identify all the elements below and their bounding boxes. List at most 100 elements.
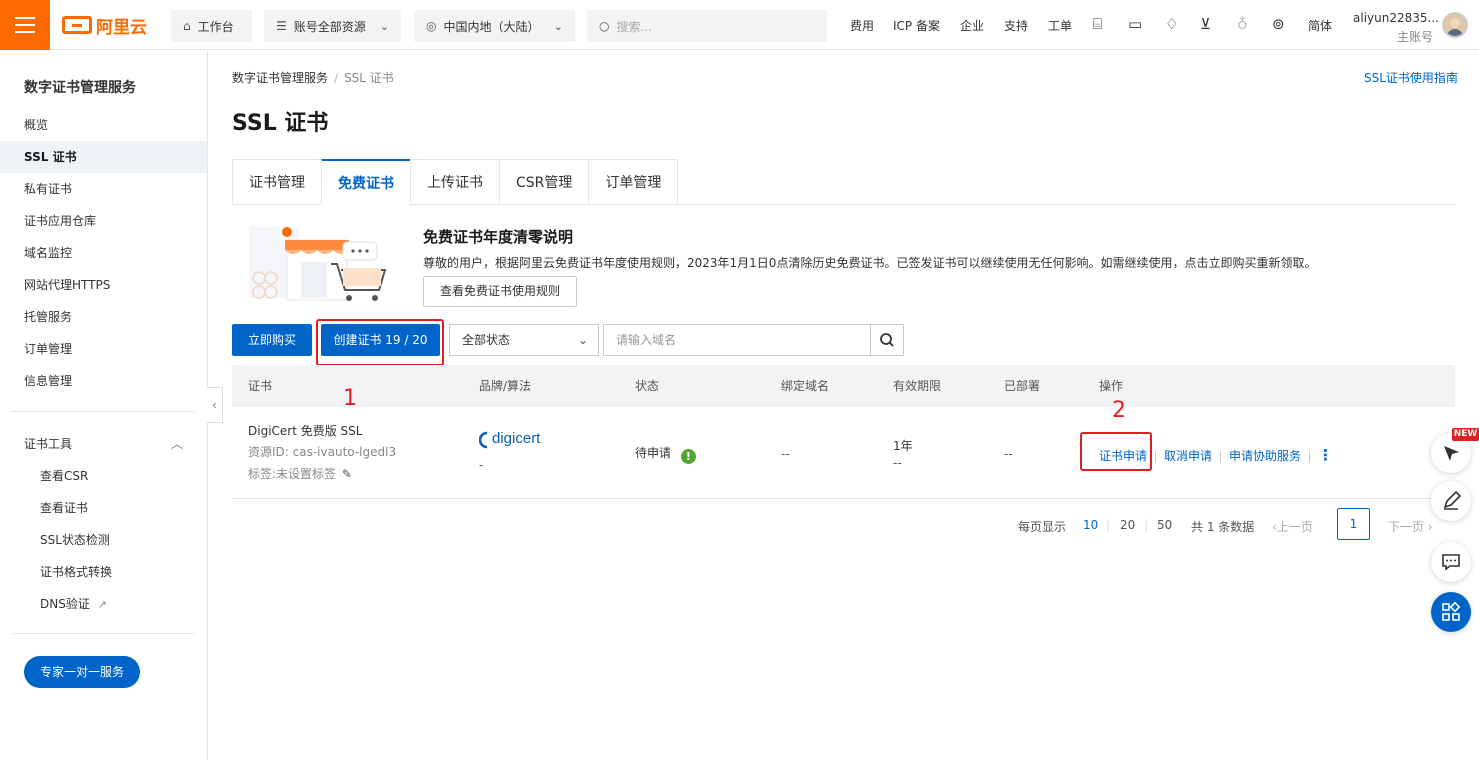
new-badge: NEW (1452, 428, 1479, 441)
page-size-50[interactable]: 50 (1157, 518, 1172, 532)
validity-sub: -- (893, 456, 902, 470)
algorithm: - (479, 458, 484, 472)
home-icon: ⌂ (183, 19, 191, 33)
location-icon: ◎ (426, 19, 437, 33)
sidebar-item-hosting[interactable]: 托管服务 (0, 301, 207, 333)
avatar[interactable] (1442, 12, 1468, 38)
sidebar-collapse-handle[interactable]: ‹ (207, 387, 223, 423)
region-label: 中国内地（大陆） (443, 19, 540, 34)
next-page-button[interactable]: 下一页 › (1388, 518, 1433, 535)
bound-domain: -- (781, 447, 790, 461)
domain-search-button[interactable] (870, 324, 904, 356)
prev-page-button[interactable]: ‹上一页 (1272, 518, 1313, 535)
status-text: 待申请 (635, 446, 672, 460)
resource-id: 资源ID: cas-ivauto-lgedl3 (248, 445, 397, 459)
nav-link-support[interactable]: 支持 (1004, 17, 1028, 34)
sidebar-tool-format-convert[interactable]: 证书格式转换 (0, 556, 207, 588)
account-resources-label: 账号全部资源 (293, 19, 366, 34)
nav-link-ticket[interactable]: 工单 (1048, 17, 1072, 34)
col-validity: 有效期限 (893, 379, 942, 393)
sidebar-tools-header[interactable]: 证书工具 ︿ (0, 428, 207, 460)
sidebar-item-overview[interactable]: 概览 (0, 109, 207, 141)
buy-now-button[interactable]: 立即购买 (232, 324, 312, 356)
digicert-logo: digicert (478, 429, 559, 454)
bell-icon[interactable]: ♢ (1165, 15, 1178, 33)
nav-link-billing[interactable]: 费用 (850, 17, 874, 34)
nav-link-enterprise[interactable]: 企业 (960, 17, 984, 34)
brand-name: 阿里云 (96, 17, 147, 38)
account-resources-dropdown[interactable]: ☰ 账号全部资源 ⌄ (264, 10, 401, 42)
float-apps-button[interactable] (1431, 592, 1471, 632)
sidebar-item-info[interactable]: 信息管理 (0, 365, 207, 397)
tab-upload-cert[interactable]: 上传证书 (410, 159, 499, 205)
validity: 1年 (893, 439, 913, 453)
apps-grid-icon (1442, 601, 1461, 621)
breadcrumb: 数字证书管理服务 / SSL 证书 (232, 71, 394, 85)
search-icon (880, 333, 894, 347)
breadcrumb-parent[interactable]: 数字证书管理服务 (232, 71, 328, 85)
highlight-box-create (316, 319, 444, 366)
page-number-current[interactable]: 1 (1337, 508, 1370, 540)
tab-bar: 证书管理 免费证书 上传证书 CSR管理 订单管理 (232, 159, 679, 205)
chevron-left-icon: ‹ (212, 398, 217, 412)
menu-icon[interactable] (0, 0, 50, 50)
col-status: 状态 (635, 379, 660, 393)
domain-search-input[interactable] (603, 324, 871, 356)
pager-sep: | (1106, 518, 1111, 532)
tab-cert-management[interactable]: 证书管理 (232, 159, 321, 205)
sidebar-tool-dns-verify[interactable]: DNS验证 ↗ (0, 588, 207, 620)
tab-csr[interactable]: CSR管理 (499, 159, 589, 205)
sidebar-item-domain-monitor[interactable]: 域名监控 (0, 237, 207, 269)
search-icon: ○ (599, 19, 610, 33)
cancel-apply-link[interactable]: 取消申请 (1164, 449, 1212, 463)
cloud-shell-icon[interactable]: ⌸ (1093, 15, 1102, 33)
workbench-button[interactable]: ⌂ 工作台 (171, 10, 252, 42)
page-title: SSL 证书 (232, 111, 329, 136)
sidebar: 数字证书管理服务 概览 SSL 证书 私有证书 证书应用仓库 域名监控 网站代理… (0, 51, 208, 760)
assist-service-link[interactable]: 申请协助服务 (1229, 449, 1301, 463)
float-feedback-button[interactable] (1431, 481, 1471, 521)
aliyun-logo-icon (62, 16, 92, 34)
top-search-placeholder: 搜索... (616, 19, 652, 34)
col-deployed: 已部署 (1004, 379, 1041, 393)
user-menu[interactable]: aliyun22835... 主账号 (1353, 11, 1439, 45)
float-chat-button[interactable] (1431, 542, 1471, 582)
help-icon[interactable]: ⊚ (1272, 15, 1285, 33)
terminal-icon[interactable]: ▭ (1128, 15, 1142, 33)
sidebar-item-ssl[interactable]: SSL 证书 (0, 141, 207, 173)
status-select[interactable]: 全部状态 ⌄ (449, 324, 599, 356)
ssl-guide-link[interactable]: SSL证书使用指南 (1364, 69, 1458, 86)
page-size-20[interactable]: 20 (1120, 518, 1135, 532)
sidebar-item-private-cert[interactable]: 私有证书 (0, 173, 207, 205)
sidebar-tool-view-csr[interactable]: 查看CSR (0, 460, 207, 492)
lightbulb-icon[interactable]: ♁ (1237, 15, 1248, 33)
nav-link-icp[interactable]: ICP 备案 (893, 17, 940, 34)
sidebar-tool-view-cert[interactable]: 查看证书 (0, 492, 207, 524)
chevron-down-icon: ⌄ (379, 19, 389, 33)
aliyun-logo[interactable]: 阿里云 (62, 14, 147, 38)
next-page-label: 下一页 (1388, 520, 1425, 534)
cert-tags[interactable]: 标签:未设置标签 ✎ (248, 465, 352, 482)
chat-icon (1442, 554, 1460, 571)
sidebar-tool-ssl-check[interactable]: SSL状态检测 (0, 524, 207, 556)
cart-icon[interactable]: ⊻ (1200, 15, 1211, 33)
col-cert: 证书 (248, 379, 273, 393)
sidebar-item-cert-repo[interactable]: 证书应用仓库 (0, 205, 207, 237)
language-switch[interactable]: 简体 (1308, 17, 1332, 34)
tab-free-cert[interactable]: 免费证书 (321, 159, 410, 205)
view-rules-button[interactable]: 查看免费证书使用规则 (423, 276, 577, 307)
more-actions-icon[interactable]: ⋮ (1318, 446, 1333, 464)
page-size-10[interactable]: 10 (1083, 518, 1098, 532)
tools-title: 证书工具 (24, 437, 73, 451)
table-header (232, 365, 1455, 407)
sidebar-item-orders[interactable]: 订单管理 (0, 333, 207, 365)
sidebar-item-proxy-https[interactable]: 网站代理HTTPS (0, 269, 207, 301)
region-dropdown[interactable]: ◎ 中国内地（大陆） ⌄ (414, 10, 575, 42)
username: aliyun22835... (1353, 11, 1439, 25)
expert-service-button[interactable]: 专家一对一服务 (24, 656, 140, 688)
edit-icon[interactable]: ✎ (342, 467, 352, 481)
top-search-box[interactable]: ○ 搜索... (587, 10, 827, 42)
tab-orders[interactable]: 订单管理 (588, 159, 679, 205)
chevron-right-icon: › (1424, 520, 1433, 534)
status-select-value: 全部状态 (462, 333, 511, 347)
